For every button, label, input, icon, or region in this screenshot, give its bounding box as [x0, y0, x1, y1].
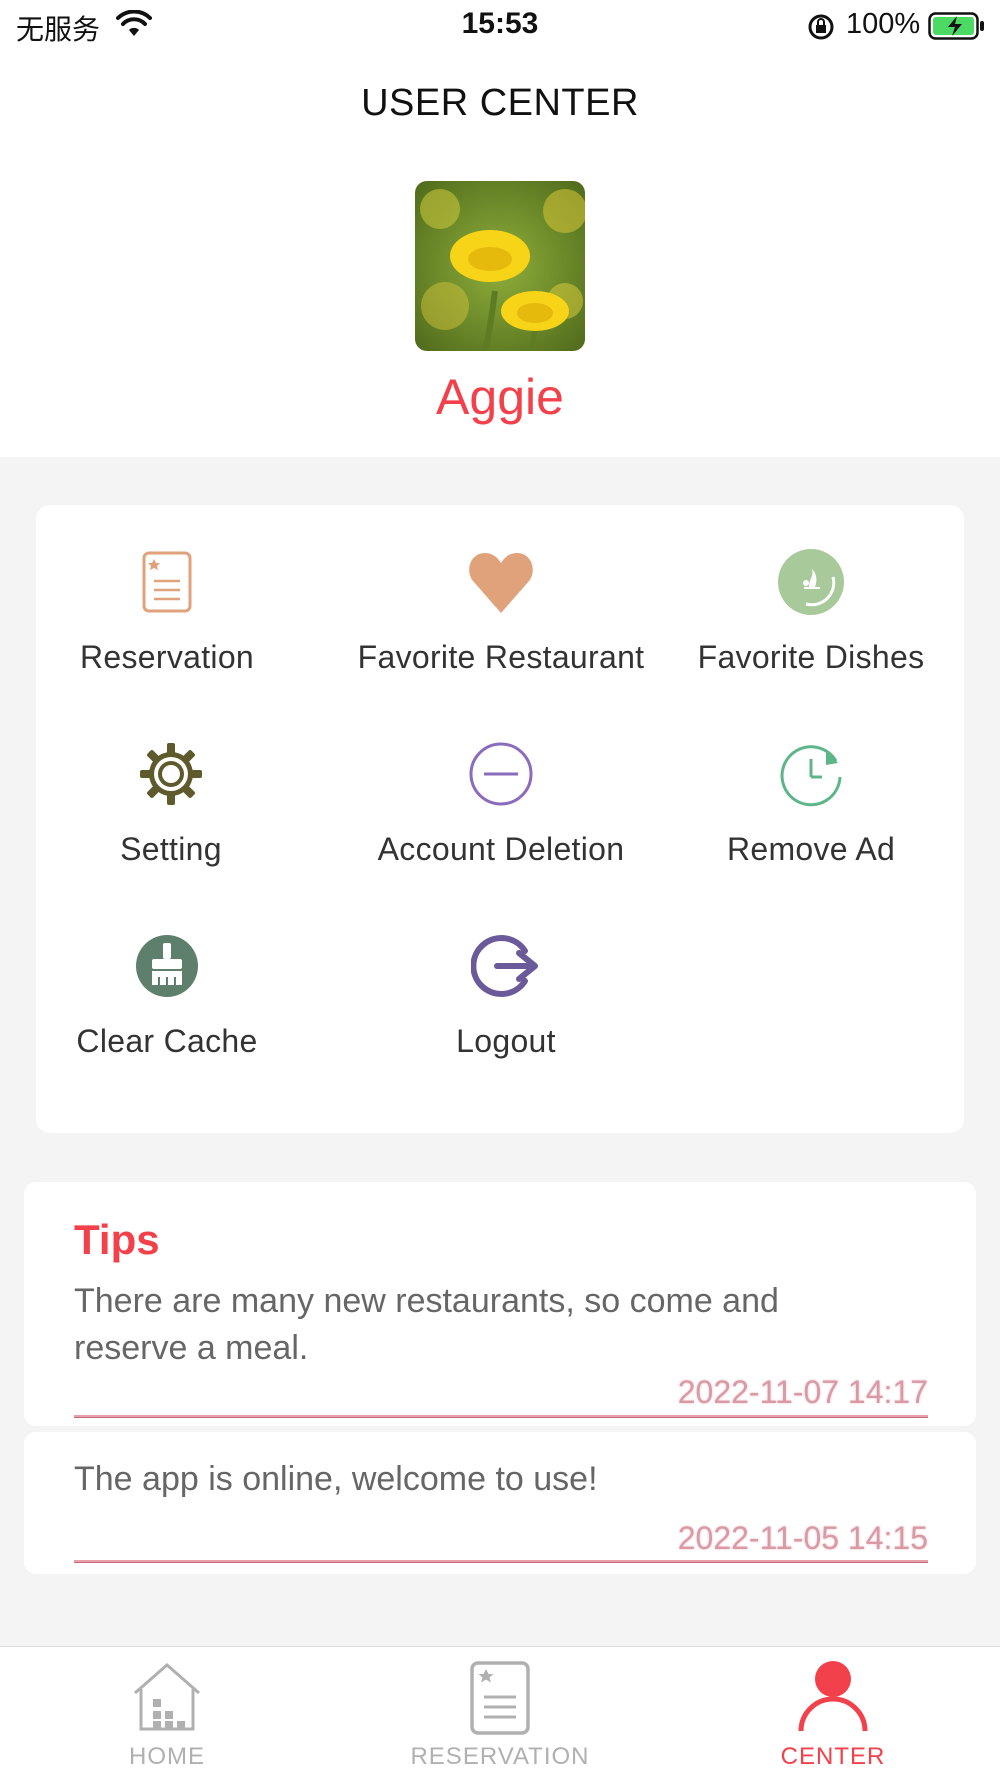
menu-item-remove-ad[interactable]: Remove Ad: [646, 739, 976, 868]
tip-date: 2022-11-05 14:15: [677, 1520, 928, 1556]
tab-reservation[interactable]: RESERVATION: [350, 1659, 650, 1771]
tip-date: 2022-11-07 14:17: [677, 1374, 928, 1410]
menu-item-favorite-restaurant[interactable]: Favorite Restaurant: [336, 547, 666, 676]
menu-item-label: Logout: [456, 1023, 556, 1059]
avatar-dandelion-image: [415, 181, 585, 351]
tip-text: The app is online, welcome to use!: [74, 1460, 598, 1498]
username: Aggie: [436, 369, 564, 425]
tab-home[interactable]: HOME: [17, 1659, 317, 1771]
rotation-lock-icon: [808, 14, 834, 40]
tip-text: There are many new restaurants, so come …: [74, 1282, 779, 1367]
menu-item-label: Setting: [120, 831, 222, 867]
reservation-list-icon: [142, 551, 192, 613]
tab-label: HOME: [129, 1743, 205, 1770]
avatar[interactable]: [415, 181, 585, 351]
menu-item-label: Account Deletion: [377, 831, 625, 867]
menu-item-label: Favorite Dishes: [697, 639, 925, 675]
heart-icon: [469, 553, 533, 613]
tab-label: RESERVATION: [410, 1743, 590, 1770]
tip-divider: [74, 1560, 928, 1563]
logout-icon: [471, 935, 538, 997]
menu-item-label: Reservation: [79, 639, 255, 675]
status-bar: 无服务 15:53 100%: [0, 0, 1000, 52]
gear-icon: [140, 743, 202, 805]
page-title: USER CENTER: [361, 82, 639, 124]
reservation-icon: [470, 1661, 530, 1735]
menu-item-reservation[interactable]: Reservation: [2, 547, 332, 676]
menu-item-label: Remove Ad: [726, 831, 896, 867]
home-icon: [134, 1663, 200, 1731]
tip-divider: [74, 1415, 928, 1418]
battery-percent: 100%: [846, 8, 921, 40]
battery-icon: [928, 12, 984, 40]
menu-item-favorite-dishes[interactable]: Favorite Dishes: [646, 547, 976, 676]
tab-label: CENTER: [780, 1743, 886, 1770]
broom-icon: [136, 935, 198, 997]
menu-item-account-deletion[interactable]: Account Deletion: [336, 739, 666, 868]
tips-title: Tips: [74, 1216, 160, 1263]
menu-card: Reservation Favorite Restaurant Favorite…: [36, 505, 964, 1133]
menu-item-logout[interactable]: Logout: [341, 931, 671, 1060]
minus-circle-icon: [469, 742, 533, 806]
menu-item-setting[interactable]: Setting: [6, 739, 336, 868]
clock-refresh-icon: [780, 745, 842, 807]
profile-header: USER CENTER Aggie: [0, 52, 1000, 457]
menu-item-label: Favorite Restaurant: [357, 639, 645, 675]
dish-icon: [778, 549, 844, 615]
menu-item-clear-cache[interactable]: Clear Cache: [2, 931, 332, 1060]
tip-list-item: The app is online, welcome to use! 2022-…: [24, 1432, 976, 1574]
menu-item-label: Clear Cache: [76, 1023, 258, 1059]
tab-center[interactable]: CENTER: [683, 1659, 983, 1771]
tips-card: Tips There are many new restaurants, so …: [24, 1182, 976, 1426]
user-icon: [798, 1661, 868, 1732]
tab-bar: HOME RESERVATION CENTER: [0, 1646, 1000, 1778]
